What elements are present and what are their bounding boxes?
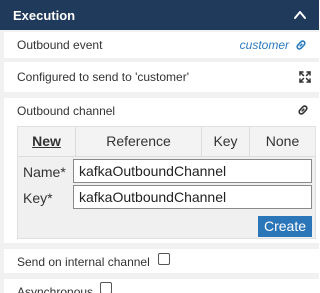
key-field[interactable] bbox=[73, 185, 312, 209]
name-field[interactable] bbox=[73, 159, 312, 183]
outbound-event-value[interactable]: customer bbox=[240, 38, 289, 52]
expand-icon[interactable] bbox=[298, 70, 312, 84]
asynchronous-row: Asynchronous bbox=[4, 279, 319, 293]
tab-key[interactable]: Key bbox=[202, 127, 250, 156]
execution-panel: Execution Outbound event customer Config… bbox=[0, 0, 319, 293]
name-field-label: Name* bbox=[23, 164, 66, 180]
tab-reference[interactable]: Reference bbox=[76, 127, 202, 156]
configured-row: Configured to send to 'customer' bbox=[4, 62, 319, 92]
asynchronous-checkbox[interactable] bbox=[100, 282, 112, 293]
configured-label: Configured to send to 'customer' bbox=[17, 70, 190, 84]
send-internal-label: Send on internal channel bbox=[17, 255, 150, 269]
tab-new[interactable]: New bbox=[18, 127, 76, 156]
tab-none[interactable]: None bbox=[250, 127, 315, 156]
send-internal-checkbox[interactable] bbox=[158, 253, 170, 265]
section-title: Execution bbox=[13, 8, 76, 23]
key-field-label: Key* bbox=[23, 190, 53, 206]
outbound-event-row: Outbound event customer bbox=[4, 32, 319, 58]
link-icon[interactable] bbox=[296, 103, 310, 117]
create-button[interactable]: Create bbox=[258, 216, 312, 237]
asynchronous-label: Asynchronous bbox=[17, 285, 94, 293]
outbound-channel-label: Outbound channel bbox=[17, 104, 116, 118]
send-internal-row: Send on internal channel bbox=[4, 249, 319, 273]
outbound-event-label: Outbound event bbox=[17, 38, 103, 52]
tabs-divider bbox=[18, 156, 315, 157]
channel-form: New Reference Key None Name* Key* Create bbox=[17, 126, 316, 239]
link-icon[interactable] bbox=[294, 38, 308, 52]
chevron-up-icon[interactable] bbox=[293, 8, 307, 22]
execution-header[interactable]: Execution bbox=[0, 0, 319, 30]
